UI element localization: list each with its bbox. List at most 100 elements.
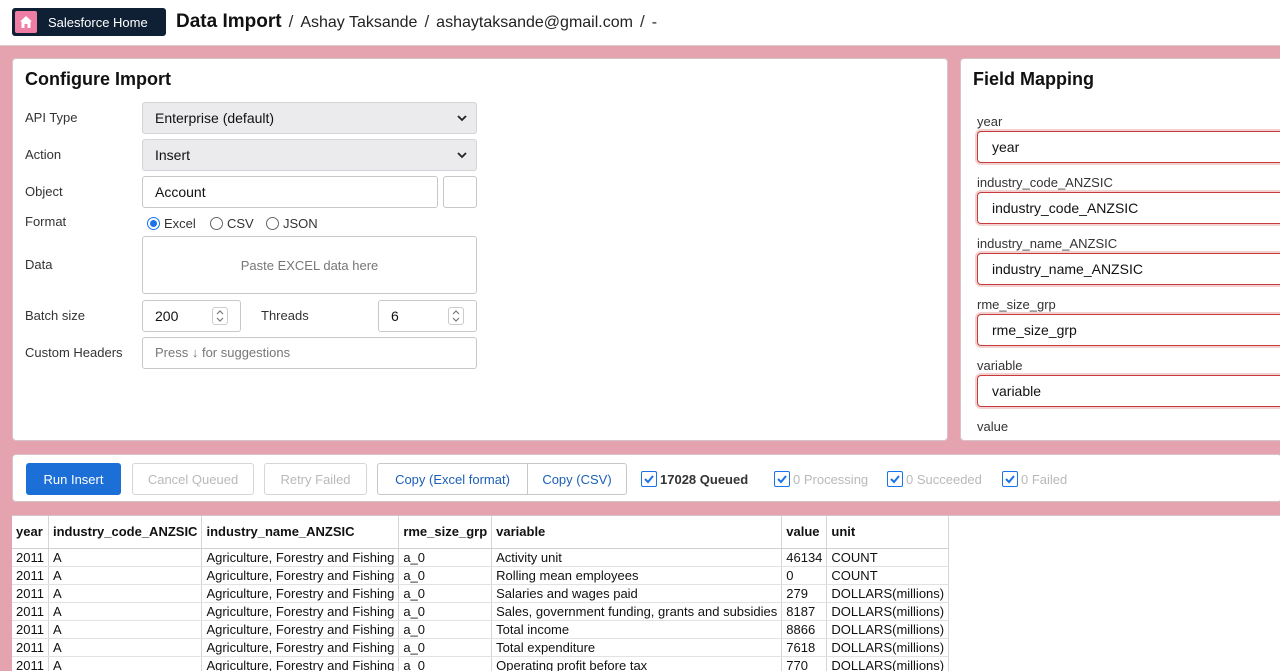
table-row: 2011 A Agriculture, Forestry and Fishing… bbox=[12, 602, 950, 621]
mapping-input-industry-name[interactable]: industry_name_ANZSIC bbox=[977, 253, 1280, 285]
mapping-input-variable[interactable]: variable bbox=[977, 375, 1280, 407]
table-cell: A bbox=[48, 638, 203, 657]
breadcrumb-separator: / bbox=[288, 12, 294, 31]
column-header[interactable]: year bbox=[12, 516, 49, 549]
copy-csv-button[interactable]: Copy (CSV) bbox=[527, 463, 627, 495]
table-cell: 770 bbox=[781, 656, 828, 671]
run-insert-button[interactable]: Run Insert bbox=[26, 463, 121, 495]
table-cell: Agriculture, Forestry and Fishing bbox=[201, 602, 400, 621]
format-radio-json[interactable]: JSON bbox=[266, 216, 318, 231]
threads-label: Threads bbox=[261, 308, 309, 323]
breadcrumb-trailing: - bbox=[651, 14, 658, 31]
queued-count-label: 17028 Queued bbox=[660, 471, 749, 487]
table-cell: a_0 bbox=[398, 566, 493, 585]
mapping-input-industry-code[interactable]: industry_code_ANZSIC bbox=[977, 192, 1280, 224]
table-row: 2011 A Agriculture, Forestry and Fishing… bbox=[12, 638, 950, 657]
action-bar: Run Insert Cancel Queued Retry Failed Co… bbox=[12, 454, 1280, 502]
home-icon bbox=[15, 11, 37, 33]
table-header-row: year industry_code_ANZSIC industry_name_… bbox=[12, 516, 950, 549]
table-cell: DOLLARS(millions) bbox=[826, 656, 950, 671]
number-stepper-icon[interactable] bbox=[448, 307, 464, 325]
table-cell: 2011 bbox=[12, 656, 49, 671]
field-mapping-panel: Field Mapping year year industry_code_AN… bbox=[960, 58, 1280, 441]
breadcrumb-user-email: ashaytaksande@gmail.com bbox=[436, 14, 633, 31]
page-title: Data Import bbox=[176, 11, 282, 32]
mapping-label-variable: variable bbox=[977, 358, 1023, 373]
retry-failed-label: Retry Failed bbox=[280, 471, 351, 487]
table-cell: a_0 bbox=[398, 602, 493, 621]
object-value: Account bbox=[155, 184, 206, 200]
checkbox-checked-icon bbox=[1002, 471, 1018, 487]
cancel-queued-button[interactable]: Cancel Queued bbox=[132, 463, 254, 495]
table-cell: a_0 bbox=[398, 548, 493, 567]
api-type-label: API Type bbox=[25, 110, 78, 125]
mapping-value-variable: variable bbox=[992, 383, 1042, 399]
mapping-label-year: year bbox=[977, 114, 1003, 129]
table-cell: A bbox=[48, 584, 203, 603]
table-cell: 46134 bbox=[781, 548, 828, 567]
table-cell: Agriculture, Forestry and Fishing bbox=[201, 584, 400, 603]
table-row: 2011 A Agriculture, Forestry and Fishing… bbox=[12, 584, 950, 603]
succeeded-checkbox[interactable]: 0 Succeeded bbox=[887, 471, 982, 487]
mapping-value-industry-name: industry_name_ANZSIC bbox=[992, 261, 1143, 277]
table-cell: Agriculture, Forestry and Fishing bbox=[201, 566, 400, 585]
action-value: Insert bbox=[155, 147, 191, 163]
table-cell: 2011 bbox=[12, 602, 49, 621]
table-cell: DOLLARS(millions) bbox=[826, 602, 950, 621]
format-option-csv-label: CSV bbox=[227, 216, 254, 231]
copy-excel-button[interactable]: Copy (Excel format) bbox=[377, 463, 528, 495]
checkbox-checked-icon bbox=[641, 471, 657, 487]
column-header[interactable]: variable bbox=[491, 516, 783, 549]
table-cell: 0 bbox=[781, 566, 828, 585]
checkbox-checked-icon bbox=[887, 471, 903, 487]
chevron-down-icon bbox=[457, 115, 467, 122]
mapping-label-industry-name: industry_name_ANZSIC bbox=[977, 236, 1118, 251]
table-cell: DOLLARS(millions) bbox=[826, 584, 950, 603]
chevron-down-icon bbox=[457, 152, 467, 159]
data-textarea[interactable]: Paste EXCEL data here bbox=[142, 236, 477, 294]
column-header[interactable]: unit bbox=[826, 516, 950, 549]
mapping-input-rme-size-grp[interactable]: rme_size_grp bbox=[977, 314, 1280, 346]
data-label: Data bbox=[25, 257, 53, 272]
retry-failed-button[interactable]: Retry Failed bbox=[264, 463, 367, 495]
format-radio-excel[interactable]: Excel bbox=[147, 216, 196, 231]
breadcrumb-user-name: Ashay Taksande bbox=[300, 14, 418, 31]
format-radio-csv[interactable]: CSV bbox=[210, 216, 254, 231]
column-header[interactable]: industry_code_ANZSIC bbox=[48, 516, 203, 549]
table-cell: COUNT bbox=[826, 548, 950, 567]
format-option-excel-label: Excel bbox=[164, 216, 196, 231]
batch-size-input[interactable]: 200 bbox=[142, 300, 241, 332]
action-select[interactable]: Insert bbox=[142, 139, 477, 171]
custom-headers-label: Custom Headers bbox=[25, 345, 123, 360]
data-placeholder: Paste EXCEL data here bbox=[240, 257, 379, 273]
salesforce-home-button[interactable]: Salesforce Home bbox=[12, 8, 166, 36]
table-row: 2011 A Agriculture, Forestry and Fishing… bbox=[12, 566, 950, 585]
mapping-label-value: value bbox=[977, 419, 1009, 434]
custom-headers-input[interactable]: Press ↓ for suggestions bbox=[142, 337, 477, 369]
mapping-input-year[interactable]: year bbox=[977, 131, 1280, 163]
table-cell: 2011 bbox=[12, 584, 49, 603]
table-cell: a_0 bbox=[398, 620, 493, 639]
table-cell: Agriculture, Forestry and Fishing bbox=[201, 638, 400, 657]
field-mapping-title: Field Mapping bbox=[973, 69, 1094, 89]
configure-import-panel: Configure Import API Type Enterprise (de… bbox=[12, 58, 948, 441]
table-cell: A bbox=[48, 548, 203, 567]
results-area: year industry_code_ANZSIC industry_name_… bbox=[12, 515, 1280, 671]
queued-checkbox[interactable]: 17028 Queued bbox=[641, 471, 748, 487]
api-type-select[interactable]: Enterprise (default) bbox=[142, 102, 477, 134]
threads-input[interactable]: 6 bbox=[378, 300, 477, 332]
processing-checkbox[interactable]: 0 Processing bbox=[774, 471, 868, 487]
number-stepper-icon[interactable] bbox=[212, 307, 228, 325]
table-cell: 279 bbox=[781, 584, 828, 603]
failed-checkbox[interactable]: 0 Failed bbox=[1002, 471, 1067, 487]
breadcrumb-separator: / bbox=[639, 12, 645, 31]
table-cell: 8866 bbox=[781, 620, 828, 639]
run-insert-label: Run Insert bbox=[43, 471, 104, 487]
mapping-label-industry-code: industry_code_ANZSIC bbox=[977, 175, 1113, 190]
column-header[interactable]: industry_name_ANZSIC bbox=[201, 516, 400, 549]
column-header[interactable]: rme_size_grp bbox=[398, 516, 493, 549]
object-extra-input[interactable] bbox=[443, 176, 477, 208]
object-input[interactable]: Account bbox=[142, 176, 438, 208]
configure-import-title: Configure Import bbox=[25, 69, 171, 89]
column-header[interactable]: value bbox=[781, 516, 828, 549]
